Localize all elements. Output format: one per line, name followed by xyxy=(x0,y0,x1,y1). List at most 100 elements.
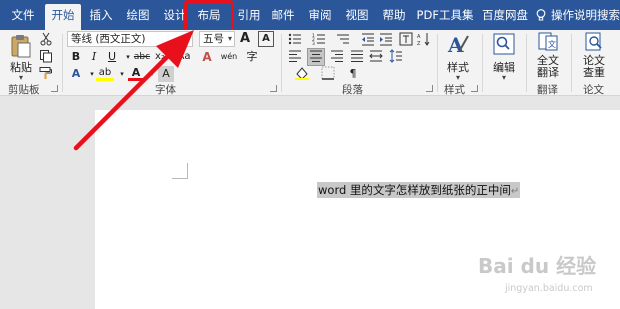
decrease-indent-icon[interactable] xyxy=(360,32,376,48)
borders-icon[interactable] xyxy=(320,66,336,82)
tab-mailings[interactable]: 邮件 xyxy=(266,4,300,28)
show-marks-icon[interactable]: ¶ xyxy=(345,66,361,82)
underline-button[interactable]: U xyxy=(104,49,120,65)
enclose-char-button[interactable]: 字 xyxy=(244,49,260,65)
bullets-icon[interactable] xyxy=(287,32,303,48)
tab-help[interactable]: 帮助 xyxy=(377,4,411,28)
group-label-clipboard: 剪贴板 xyxy=(8,84,40,96)
editing-button[interactable]: 编辑 ▾ xyxy=(487,32,521,82)
watermark-url: jingyan.baidu.com xyxy=(505,283,593,294)
tab-draw[interactable]: 绘图 xyxy=(121,4,155,28)
numbering-icon[interactable]: 123 xyxy=(311,32,327,48)
find-icon xyxy=(493,33,515,55)
sort-icon[interactable]: AZ xyxy=(416,32,432,48)
tab-review[interactable]: 审阅 xyxy=(303,4,337,28)
clipboard-icon xyxy=(11,35,31,58)
chevron-down-icon: ▾ xyxy=(185,34,190,43)
selected-text[interactable]: word 里的文字怎样放到纸张的正中间↵ xyxy=(317,182,521,198)
clear-formatting-button[interactable]: A xyxy=(199,49,215,65)
paper-check-label-2: 查重 xyxy=(583,66,605,79)
change-case-button[interactable]: Aa xyxy=(176,49,192,65)
group-label-translate: 翻译 xyxy=(537,84,558,96)
multilevel-list-icon[interactable] xyxy=(335,32,351,48)
font-color-button[interactable]: A xyxy=(128,65,144,81)
svg-text:A: A xyxy=(447,33,464,56)
align-center-icon[interactable] xyxy=(307,48,325,66)
svg-text:文: 文 xyxy=(548,39,556,49)
group-label-styles: 样式 xyxy=(444,84,465,96)
translate-label-2: 翻译 xyxy=(537,66,559,79)
char-border-button[interactable]: A xyxy=(258,31,274,47)
cut-icon[interactable] xyxy=(38,32,54,48)
tell-me-search[interactable]: 操作说明搜索 xyxy=(536,4,620,26)
shading-icon[interactable] xyxy=(294,66,310,82)
font-size-value: 五号 xyxy=(203,33,224,45)
group-separator xyxy=(437,34,438,92)
font-name-value: 等线 (西文正文) xyxy=(71,33,146,45)
ribbon-tab-bar: 文件 开始 插入 绘图 设计 布局 引用 邮件 审阅 视图 帮助 PDF工具集 … xyxy=(0,0,620,34)
tab-references[interactable]: 引用 xyxy=(232,4,266,28)
format-painter-icon[interactable] xyxy=(38,66,54,82)
tab-baidu-netdisk[interactable]: 百度网盘 xyxy=(477,4,533,28)
group-separator xyxy=(62,34,63,92)
distributed-icon[interactable] xyxy=(368,49,384,65)
tab-view[interactable]: 视图 xyxy=(340,4,374,28)
line-spacing-icon[interactable] xyxy=(388,49,404,65)
group-label-paragraph: 段落 xyxy=(342,84,363,96)
tab-pdf-tools[interactable]: PDF工具集 xyxy=(413,4,477,28)
group-label-font: 字体 xyxy=(155,84,176,96)
styles-launcher-icon[interactable] xyxy=(471,85,478,92)
paper-check-button[interactable]: 论文 查重 xyxy=(576,32,612,79)
lightbulb-icon xyxy=(536,9,546,21)
tell-me-label: 操作说明搜索 xyxy=(551,8,620,22)
justify-icon[interactable] xyxy=(349,49,365,65)
font-name-combo[interactable]: 等线 (西文正文) ▾ xyxy=(67,31,193,47)
group-label-paper: 论文 xyxy=(583,84,604,96)
tab-home[interactable]: 开始 xyxy=(45,4,81,30)
ribbon-home: 粘贴 ▾ 剪贴板 等线 (西文正文) ▾ 五号 ▾ A A Aa A wén 字… xyxy=(0,30,620,96)
full-text-translate-button[interactable]: 文 全文 翻译 xyxy=(530,32,566,79)
svg-text:A: A xyxy=(417,34,421,40)
align-left-icon[interactable] xyxy=(287,49,303,65)
styles-icon: A xyxy=(447,33,469,57)
text-effects-button[interactable]: A xyxy=(68,66,84,82)
paste-dropdown-icon[interactable]: ▾ xyxy=(6,74,36,82)
highlight-button[interactable]: ab xyxy=(96,65,114,81)
paragraph-launcher-icon[interactable] xyxy=(426,85,433,92)
group-separator xyxy=(526,34,527,92)
group-separator xyxy=(571,34,572,92)
subscript-button[interactable]: x₂ xyxy=(152,49,168,65)
svg-text:Z: Z xyxy=(417,41,421,46)
editing-dropdown-icon[interactable]: ▾ xyxy=(487,74,521,82)
paragraph-mark: ↵ xyxy=(510,186,520,197)
char-shading-button[interactable]: A xyxy=(158,66,174,82)
group-separator xyxy=(482,34,483,92)
margin-crop-mark xyxy=(172,163,188,179)
selected-text-content: word 里的文字怎样放到纸张的正中间 xyxy=(318,183,511,197)
font-launcher-icon[interactable] xyxy=(270,85,277,92)
translate-icon: 文 xyxy=(538,32,558,51)
copy-icon[interactable] xyxy=(38,49,54,65)
group-separator xyxy=(281,34,282,92)
document-page[interactable]: word 里的文字怎样放到纸张的正中间↵ xyxy=(95,110,620,309)
increase-font-size-button[interactable]: A xyxy=(237,31,253,47)
watermark-logo: Bai du 经验 xyxy=(478,254,597,278)
increase-indent-icon[interactable] xyxy=(378,32,394,48)
tab-file[interactable]: 文件 xyxy=(6,4,40,28)
font-size-combo[interactable]: 五号 ▾ xyxy=(199,31,235,47)
paper-check-icon xyxy=(585,32,602,51)
bold-button[interactable]: B xyxy=(68,49,84,65)
italic-button[interactable]: I xyxy=(86,49,102,65)
paste-button[interactable]: 粘贴 ▾ xyxy=(6,34,36,82)
tab-layout[interactable]: 布局 xyxy=(184,0,234,34)
chevron-down-icon: ▾ xyxy=(227,34,232,43)
align-right-icon[interactable] xyxy=(329,49,345,65)
clipboard-launcher-icon[interactable] xyxy=(51,85,58,92)
styles-button[interactable]: A 样式 ▾ xyxy=(441,32,475,82)
svg-text:3: 3 xyxy=(312,41,315,46)
strikethrough-button[interactable]: abc xyxy=(132,49,152,65)
styles-dropdown-icon[interactable]: ▾ xyxy=(441,74,475,82)
phonetic-guide-button[interactable]: wén xyxy=(219,49,239,65)
tab-insert[interactable]: 插入 xyxy=(84,4,118,28)
chinese-layout-icon[interactable] xyxy=(398,32,414,48)
